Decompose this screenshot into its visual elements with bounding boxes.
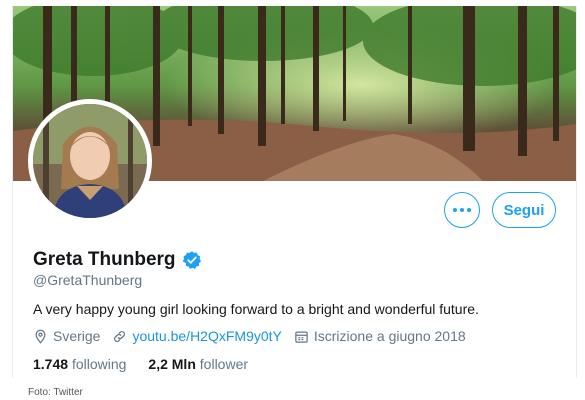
website-link[interactable]: youtu.be/H2QxFM9y0tY	[132, 328, 281, 344]
profile-website[interactable]: youtu.be/H2QxFM9y0tY	[112, 328, 282, 344]
followers-label: follower	[199, 356, 249, 372]
profile-name-row: Greta Thunberg	[33, 249, 202, 271]
location-pin-icon	[35, 329, 46, 344]
profile-avatar[interactable]	[28, 99, 152, 223]
followers-count: 2,2 Mln	[148, 356, 196, 372]
photo-caption: Foto: Twitter	[28, 387, 83, 398]
profile-meta: Sverige youtu.be/H2QxFM9y0tY Iscrizione …	[33, 328, 478, 344]
link-icon	[114, 330, 126, 342]
follow-button[interactable]: Segui	[492, 192, 556, 228]
calendar-icon	[295, 331, 308, 343]
profile-bio: A very happy young girl looking forward …	[33, 301, 479, 317]
profile-joined: Iscrizione a giugno 2018	[294, 328, 466, 344]
verified-badge-icon	[182, 251, 201, 269]
profile-handle: @GretaThunberg	[33, 272, 143, 288]
profile-stats: 1.748 following 2,2 Mln follower	[33, 356, 270, 372]
followers-stat[interactable]: 2,2 Mln follower	[148, 356, 248, 372]
more-dots-icon	[453, 208, 471, 212]
profile-name: Greta Thunberg	[33, 249, 176, 270]
joined-text: Iscrizione a giugno 2018	[313, 328, 466, 344]
following-count: 1.748	[33, 356, 69, 372]
profile-card: Segui Greta Thunberg @GretaThunberg A ve…	[12, 6, 577, 378]
following-stat[interactable]: 1.748 following	[33, 356, 126, 372]
profile-location: Sverige	[33, 328, 100, 344]
location-text: Sverige	[53, 328, 101, 344]
following-label: following	[71, 356, 127, 372]
more-options-button[interactable]	[444, 192, 480, 228]
